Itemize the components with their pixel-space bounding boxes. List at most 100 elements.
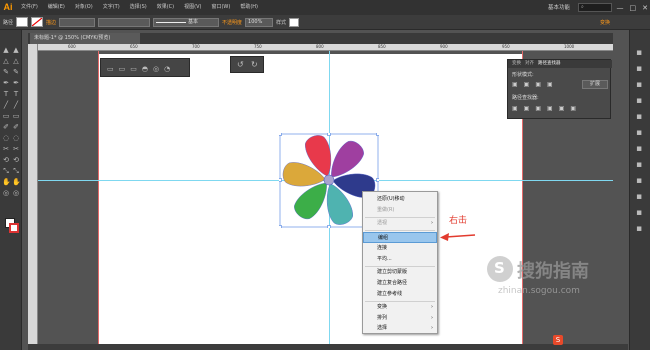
menu-view[interactable]: 视图(V) bbox=[179, 0, 206, 15]
ruler-horizontal[interactable]: 600 650 700 750 800 850 900 950 1000 bbox=[38, 44, 613, 51]
scale-tool-icon[interactable]: ⤡ bbox=[12, 167, 20, 175]
menu-type[interactable]: 文字(T) bbox=[98, 0, 125, 15]
redo-icon[interactable]: ↻ bbox=[251, 60, 258, 69]
align-middle-icon[interactable]: ◎ bbox=[153, 65, 159, 73]
intersect-icon[interactable]: ▣ bbox=[535, 81, 541, 88]
rotate-tool-icon[interactable]: ⟲ bbox=[12, 156, 20, 164]
fill-swatch[interactable] bbox=[16, 17, 29, 27]
minimize-button[interactable]: — bbox=[617, 4, 624, 12]
context-menu-transform[interactable]: 变换 › bbox=[363, 302, 437, 313]
stroke-indicator[interactable] bbox=[9, 223, 19, 233]
paintbrush-tool-icon[interactable]: ✐ bbox=[12, 123, 20, 131]
line-tool-icon[interactable]: ╱ bbox=[2, 101, 10, 109]
workspace-switcher[interactable]: 基本功能 bbox=[548, 3, 570, 11]
scissors-tool-icon[interactable]: ✂ bbox=[2, 145, 10, 153]
align-top-icon[interactable]: ◓ bbox=[142, 65, 148, 73]
menu-help[interactable]: 帮助(H) bbox=[235, 0, 263, 15]
menu-window[interactable]: 窗口(W) bbox=[206, 0, 235, 15]
trim-icon[interactable]: ▣ bbox=[524, 105, 530, 112]
align-right-icon[interactable]: ▭ bbox=[130, 65, 137, 73]
panel-dock-icon[interactable]: ▪ bbox=[636, 128, 642, 138]
rectangle-tool-icon[interactable]: ▭ bbox=[12, 112, 20, 120]
zoom-tool-icon[interactable]: ◎ bbox=[2, 189, 10, 197]
outline-icon[interactable]: ▣ bbox=[559, 105, 565, 112]
context-menu-average[interactable]: 平均... bbox=[363, 254, 437, 265]
ruler-vertical[interactable] bbox=[28, 44, 38, 344]
opacity-field[interactable]: 100% bbox=[245, 17, 274, 27]
panel-dock-icon[interactable]: ▪ bbox=[636, 144, 642, 154]
align-left-icon[interactable]: ▭ bbox=[107, 65, 114, 73]
type-tool-icon[interactable]: T bbox=[12, 90, 20, 98]
selection-tool-icon[interactable]: ▲ bbox=[12, 46, 20, 54]
pen-tool-icon[interactable]: ✎ bbox=[2, 68, 10, 76]
curvature-tool-icon[interactable]: ✒ bbox=[2, 79, 10, 87]
rectangle-tool-icon[interactable]: ▭ bbox=[2, 112, 10, 120]
blob-brush-tool-icon[interactable]: ◌ bbox=[12, 134, 20, 142]
crop-icon[interactable]: ▣ bbox=[547, 105, 553, 112]
panel-dock-icon[interactable]: ▪ bbox=[636, 80, 642, 90]
menu-edit[interactable]: 编辑(E) bbox=[43, 0, 70, 15]
panel-dock-icon[interactable]: ▪ bbox=[636, 96, 642, 106]
panel-dock-icon[interactable]: ▪ bbox=[636, 192, 642, 202]
search-input[interactable]: ⌕ bbox=[578, 3, 612, 12]
menu-object[interactable]: 对象(O) bbox=[70, 0, 98, 15]
hand-tool-icon[interactable]: ✋ bbox=[12, 178, 21, 186]
flower-center[interactable] bbox=[323, 174, 335, 186]
curvature-tool-icon[interactable]: ✒ bbox=[12, 79, 20, 87]
stroke-label[interactable]: 描边 bbox=[46, 19, 56, 26]
context-menu-select[interactable]: 选择 › bbox=[363, 323, 437, 334]
tab-align[interactable]: 对齐 bbox=[525, 60, 534, 68]
panel-dock-icon[interactable]: ▪ bbox=[636, 48, 642, 58]
stroke-swatch[interactable] bbox=[31, 17, 44, 27]
panel-dock-icon[interactable]: ▪ bbox=[636, 64, 642, 74]
align-center-icon[interactable]: ▭ bbox=[119, 65, 126, 73]
context-menu-clipping-mask[interactable]: 建立剪切蒙版 bbox=[363, 267, 437, 278]
context-menu-make-guides[interactable]: 建立参考线 bbox=[363, 289, 437, 300]
undo-icon[interactable]: ↺ bbox=[237, 60, 244, 69]
panel-dock-icon[interactable]: ▪ bbox=[636, 160, 642, 170]
align-bottom-icon[interactable]: ◔ bbox=[164, 65, 170, 73]
panel-dock-icon[interactable]: ▪ bbox=[636, 224, 642, 234]
context-menu-group[interactable]: 编组 bbox=[363, 232, 437, 243]
scissors-tool-icon[interactable]: ✂ bbox=[12, 145, 20, 153]
context-menu-join[interactable]: 连接 bbox=[363, 243, 437, 254]
direct-selection-tool-icon[interactable]: △ bbox=[2, 57, 10, 65]
divide-icon[interactable]: ▣ bbox=[512, 105, 518, 112]
zoom-tool-icon[interactable]: ◎ bbox=[12, 189, 20, 197]
menu-select[interactable]: 选择(S) bbox=[125, 0, 152, 15]
exclude-icon[interactable]: ▣ bbox=[547, 81, 553, 88]
panel-dock-icon[interactable]: ▪ bbox=[636, 112, 642, 122]
paintbrush-tool-icon[interactable]: ✐ bbox=[2, 123, 10, 131]
context-menu-undo[interactable]: 还原(U)移动 bbox=[363, 194, 437, 205]
tab-pathfinder[interactable]: 路径查找器 bbox=[538, 60, 561, 68]
tab-transform[interactable]: 变换 bbox=[512, 60, 521, 68]
opacity-label[interactable]: 不透明度 bbox=[222, 19, 242, 26]
rotate-tool-icon[interactable]: ⟲ bbox=[2, 156, 10, 164]
direct-selection-tool-icon[interactable]: △ bbox=[12, 57, 20, 65]
line-tool-icon[interactable]: ╱ bbox=[12, 101, 20, 109]
panel-dock-icon[interactable]: ▪ bbox=[636, 208, 642, 218]
context-menu-compound-path[interactable]: 建立复合路径 bbox=[363, 278, 437, 289]
selection-tool-icon[interactable]: ▲ bbox=[2, 46, 10, 54]
scale-tool-icon[interactable]: ⤡ bbox=[2, 167, 10, 175]
panel-dock-icon[interactable]: ▪ bbox=[636, 176, 642, 186]
maximize-button[interactable]: □ bbox=[630, 4, 637, 12]
minus-front-icon[interactable]: ▣ bbox=[524, 81, 530, 88]
minus-back-icon[interactable]: ▣ bbox=[570, 105, 576, 112]
close-button[interactable]: ✕ bbox=[642, 4, 648, 12]
type-tool-icon[interactable]: T bbox=[2, 90, 10, 98]
stroke-weight-field[interactable] bbox=[59, 17, 96, 27]
variable-width-dropdown[interactable] bbox=[98, 17, 151, 27]
style-swatch[interactable] bbox=[289, 17, 300, 27]
document-tab[interactable]: 未标题-1* @ 150% (CMYK/预览) bbox=[30, 33, 140, 44]
menu-file[interactable]: 文件(F) bbox=[16, 0, 43, 15]
pen-tool-icon[interactable]: ✎ bbox=[12, 68, 20, 76]
hand-tool-icon[interactable]: ✋ bbox=[2, 178, 11, 186]
brush-definition-dropdown[interactable]: 基本 bbox=[153, 17, 220, 27]
unite-icon[interactable]: ▣ bbox=[512, 81, 518, 88]
menu-effect[interactable]: 效果(C) bbox=[152, 0, 179, 15]
transform-label[interactable]: 变换 bbox=[600, 19, 610, 26]
blob-brush-tool-icon[interactable]: ◌ bbox=[2, 134, 10, 142]
merge-icon[interactable]: ▣ bbox=[535, 105, 541, 112]
expand-button[interactable]: 扩展 bbox=[582, 80, 608, 89]
